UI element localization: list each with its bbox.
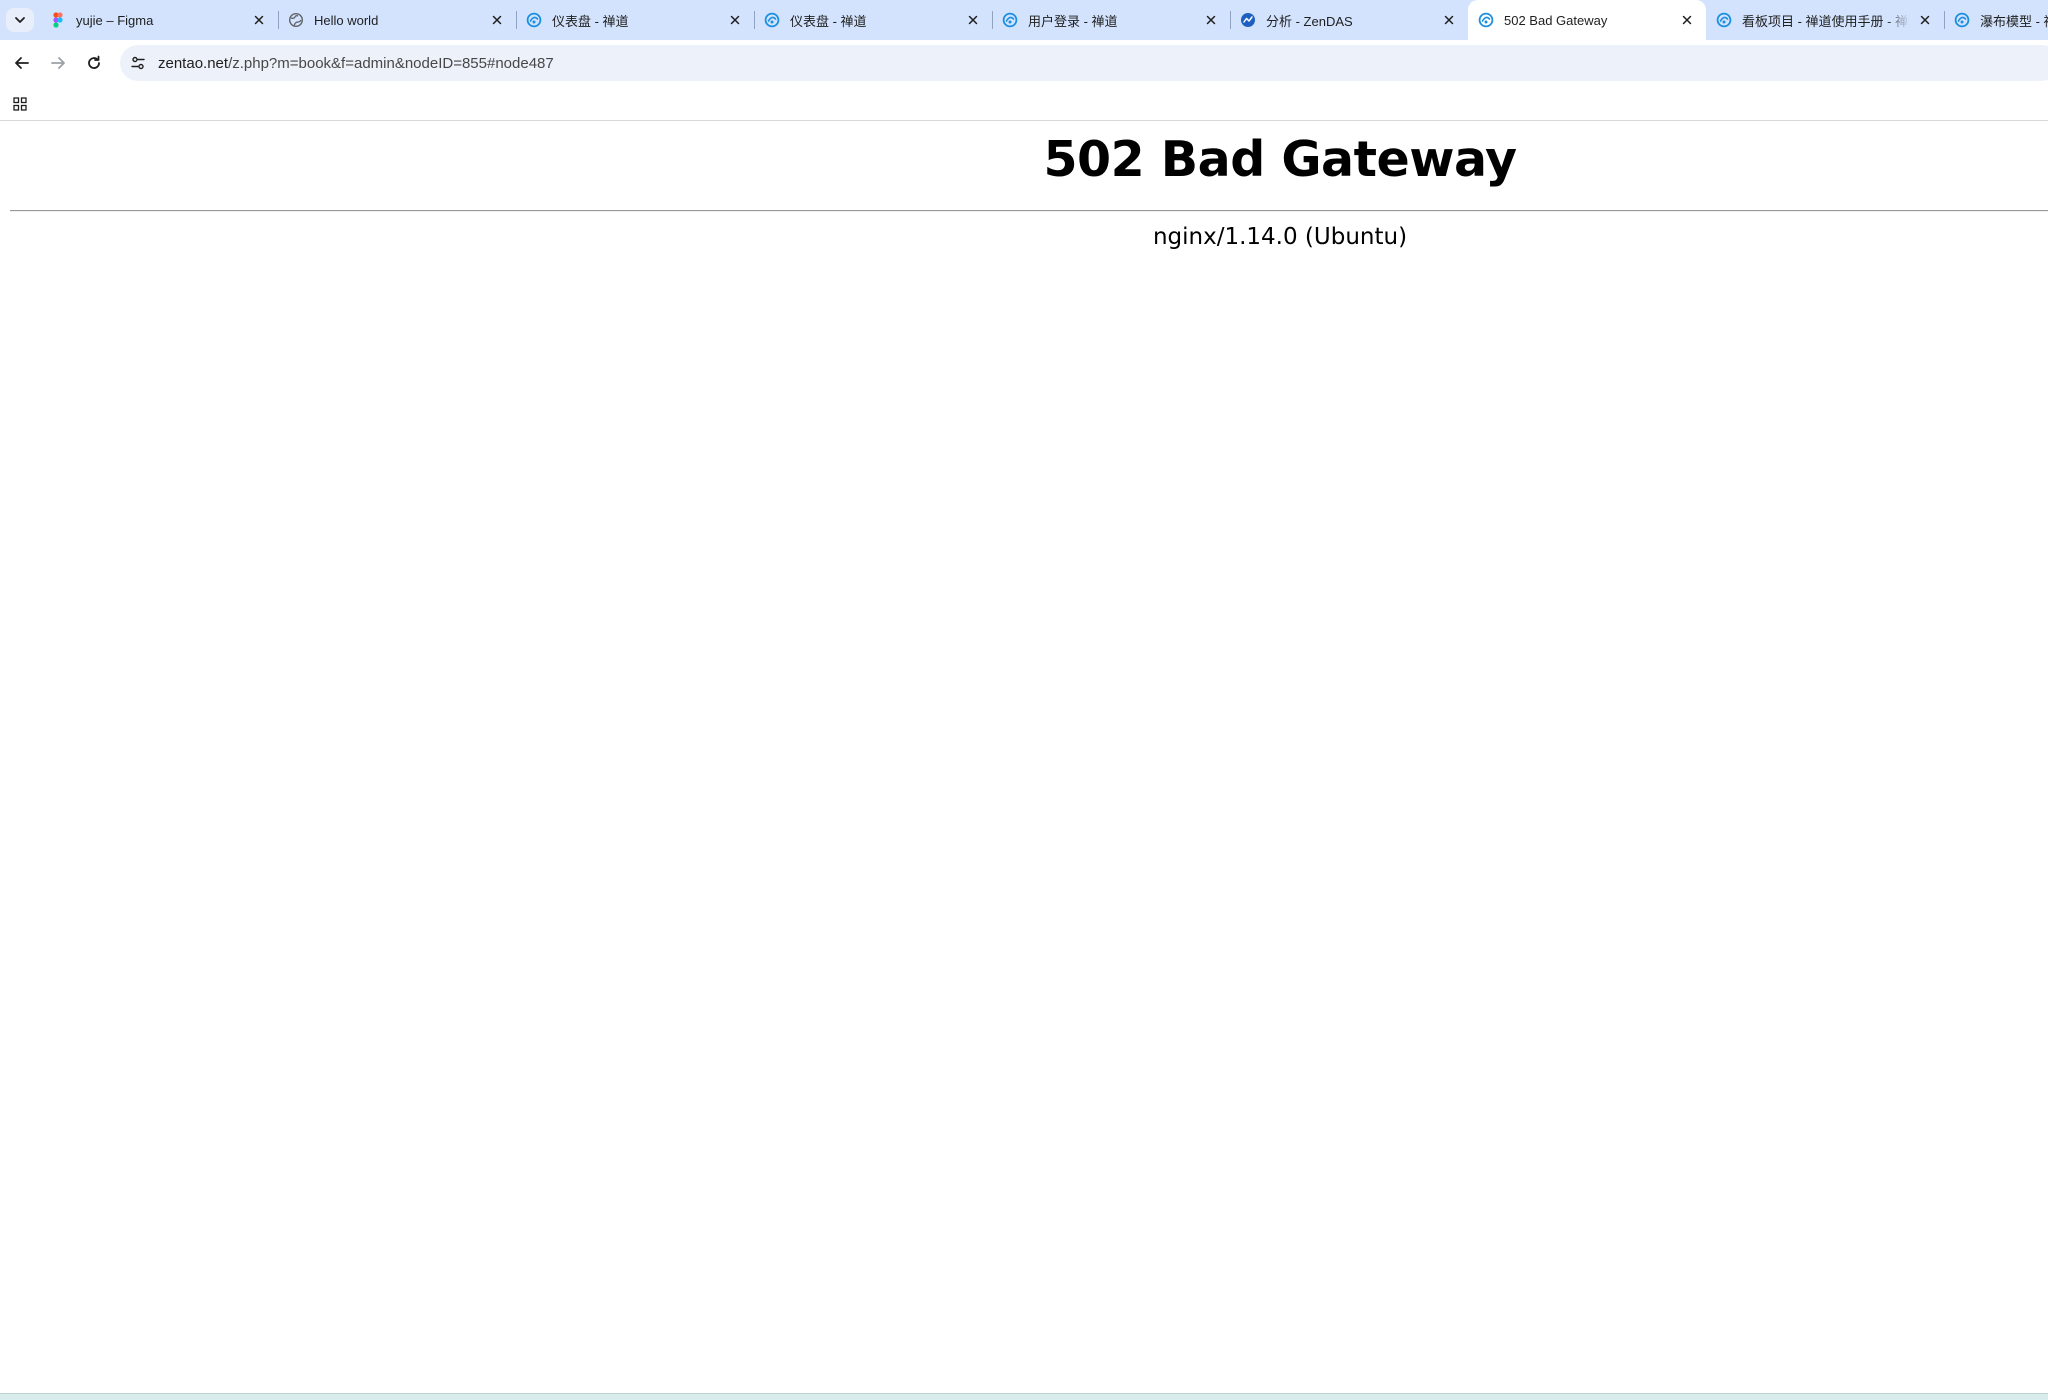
apps-grid-icon	[13, 97, 27, 111]
zentao-icon	[1716, 12, 1732, 28]
tab-close-button[interactable]	[964, 11, 982, 29]
horizontal-rule	[10, 210, 2048, 212]
url-text: zentao.net/z.php?m=book&f=admin&nodeID=8…	[158, 55, 554, 72]
tab-title: 用户登录 - 禅道	[1028, 13, 1118, 29]
close-icon	[1920, 15, 1930, 25]
tab-title: Hello world	[314, 12, 379, 28]
forward-button[interactable]	[44, 49, 72, 77]
tab-close-button[interactable]	[1440, 11, 1458, 29]
tab-title: 瀑布模型 - 禅道	[1980, 13, 2048, 29]
browser-tab[interactable]: 仪表盘 - 禅道	[754, 0, 993, 40]
close-icon	[730, 15, 740, 25]
browser-tab[interactable]: 分析 - ZenDAS	[1230, 0, 1468, 40]
tab-close-button[interactable]	[1678, 11, 1696, 29]
error-heading: 502 Bad Gateway	[1043, 131, 1517, 188]
apps-button[interactable]	[8, 92, 32, 116]
browser-tab[interactable]: yujie – Figma	[40, 0, 279, 40]
reload-button[interactable]	[80, 49, 108, 77]
close-icon	[968, 15, 978, 25]
browser-tab[interactable]: 502 Bad Gateway	[1468, 0, 1706, 40]
zentao-icon	[1002, 12, 1018, 28]
figma-icon	[50, 12, 66, 28]
tab-strip: yujie – Figma Hello world 仪表盘 - 禅道 仪表盘 - 禅道…	[0, 0, 2048, 40]
back-button[interactable]	[8, 49, 36, 77]
reload-icon	[88, 55, 100, 69]
server-signature: nginx/1.14.0 (Ubuntu)	[1152, 224, 1408, 250]
close-icon	[492, 15, 502, 25]
browser-tab[interactable]: 瀑布模型 - 禅道	[1944, 0, 2048, 40]
tab-list: yujie – Figma Hello world 仪表盘 - 禅道 仪表盘 - 禅道…	[40, 0, 2048, 40]
zentao-icon	[526, 12, 542, 28]
tab-close-button[interactable]	[488, 11, 506, 29]
browser-tab[interactable]: 仪表盘 - 禅道	[516, 0, 755, 40]
chevron-down-icon	[15, 17, 25, 23]
site-info-button[interactable]	[124, 49, 152, 77]
browser-toolbar: zentao.net/z.php?m=book&f=admin&nodeID=8…	[0, 40, 2048, 86]
zentao-icon	[764, 12, 780, 28]
close-icon	[1444, 15, 1454, 25]
bookmarks-bar	[0, 86, 2048, 121]
zentao-icon	[1478, 12, 1494, 28]
close-icon	[254, 15, 264, 25]
tab-title: 分析 - ZenDAS	[1266, 13, 1353, 29]
arrow-right-icon	[51, 57, 65, 69]
tab-title: 502 Bad Gateway	[1504, 12, 1608, 28]
tab-close-button[interactable]	[250, 11, 268, 29]
browser-tab[interactable]: 用户登录 - 禅道	[992, 0, 1231, 40]
close-icon	[1206, 15, 1216, 25]
tab-close-button[interactable]	[726, 11, 744, 29]
tab-title: yujie – Figma	[76, 12, 154, 28]
tab-title: 看板项目 - 禅道使用手册 - 禅道	[1742, 13, 1910, 29]
zendas-icon	[1240, 12, 1256, 28]
browser-tab[interactable]: 看板项目 - 禅道使用手册 - 禅道	[1706, 0, 1945, 40]
tab-title: 仪表盘 - 禅道	[790, 13, 867, 29]
browser-tab[interactable]: Hello world	[278, 0, 517, 40]
close-icon	[1682, 15, 1692, 25]
zentao-icon	[1954, 12, 1970, 28]
arrow-left-icon	[15, 57, 29, 69]
tab-close-button[interactable]	[1202, 11, 1220, 29]
url-path: /z.php?m=book&f=admin&nodeID=855#node487	[228, 54, 554, 72]
page-content: 502 Bad Gateway nginx/1.14.0 (Ubuntu)	[0, 121, 2048, 1393]
globe-icon	[288, 12, 304, 28]
tab-close-button[interactable]	[1916, 11, 1934, 29]
taskbar-edge	[0, 1393, 2048, 1400]
url-host: zentao.net	[158, 54, 229, 72]
tune-icon	[131, 56, 145, 70]
tab-search-button[interactable]	[6, 8, 34, 32]
address-bar[interactable]: zentao.net/z.php?m=book&f=admin&nodeID=8…	[120, 45, 2048, 81]
tab-title: 仪表盘 - 禅道	[552, 13, 629, 29]
